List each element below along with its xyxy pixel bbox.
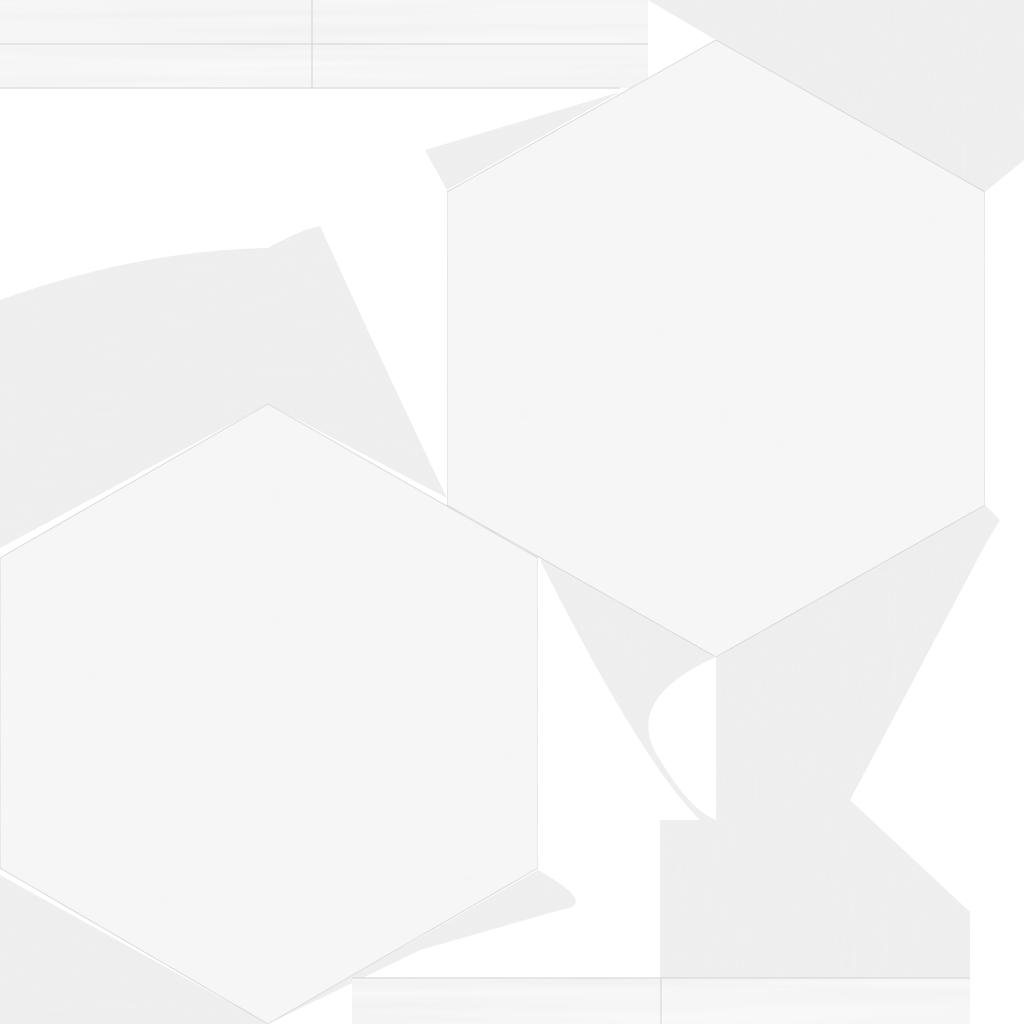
flare-bottom-right xyxy=(660,800,970,978)
uv-texture-map xyxy=(0,0,1024,1024)
texture-canvas xyxy=(0,0,1024,1024)
